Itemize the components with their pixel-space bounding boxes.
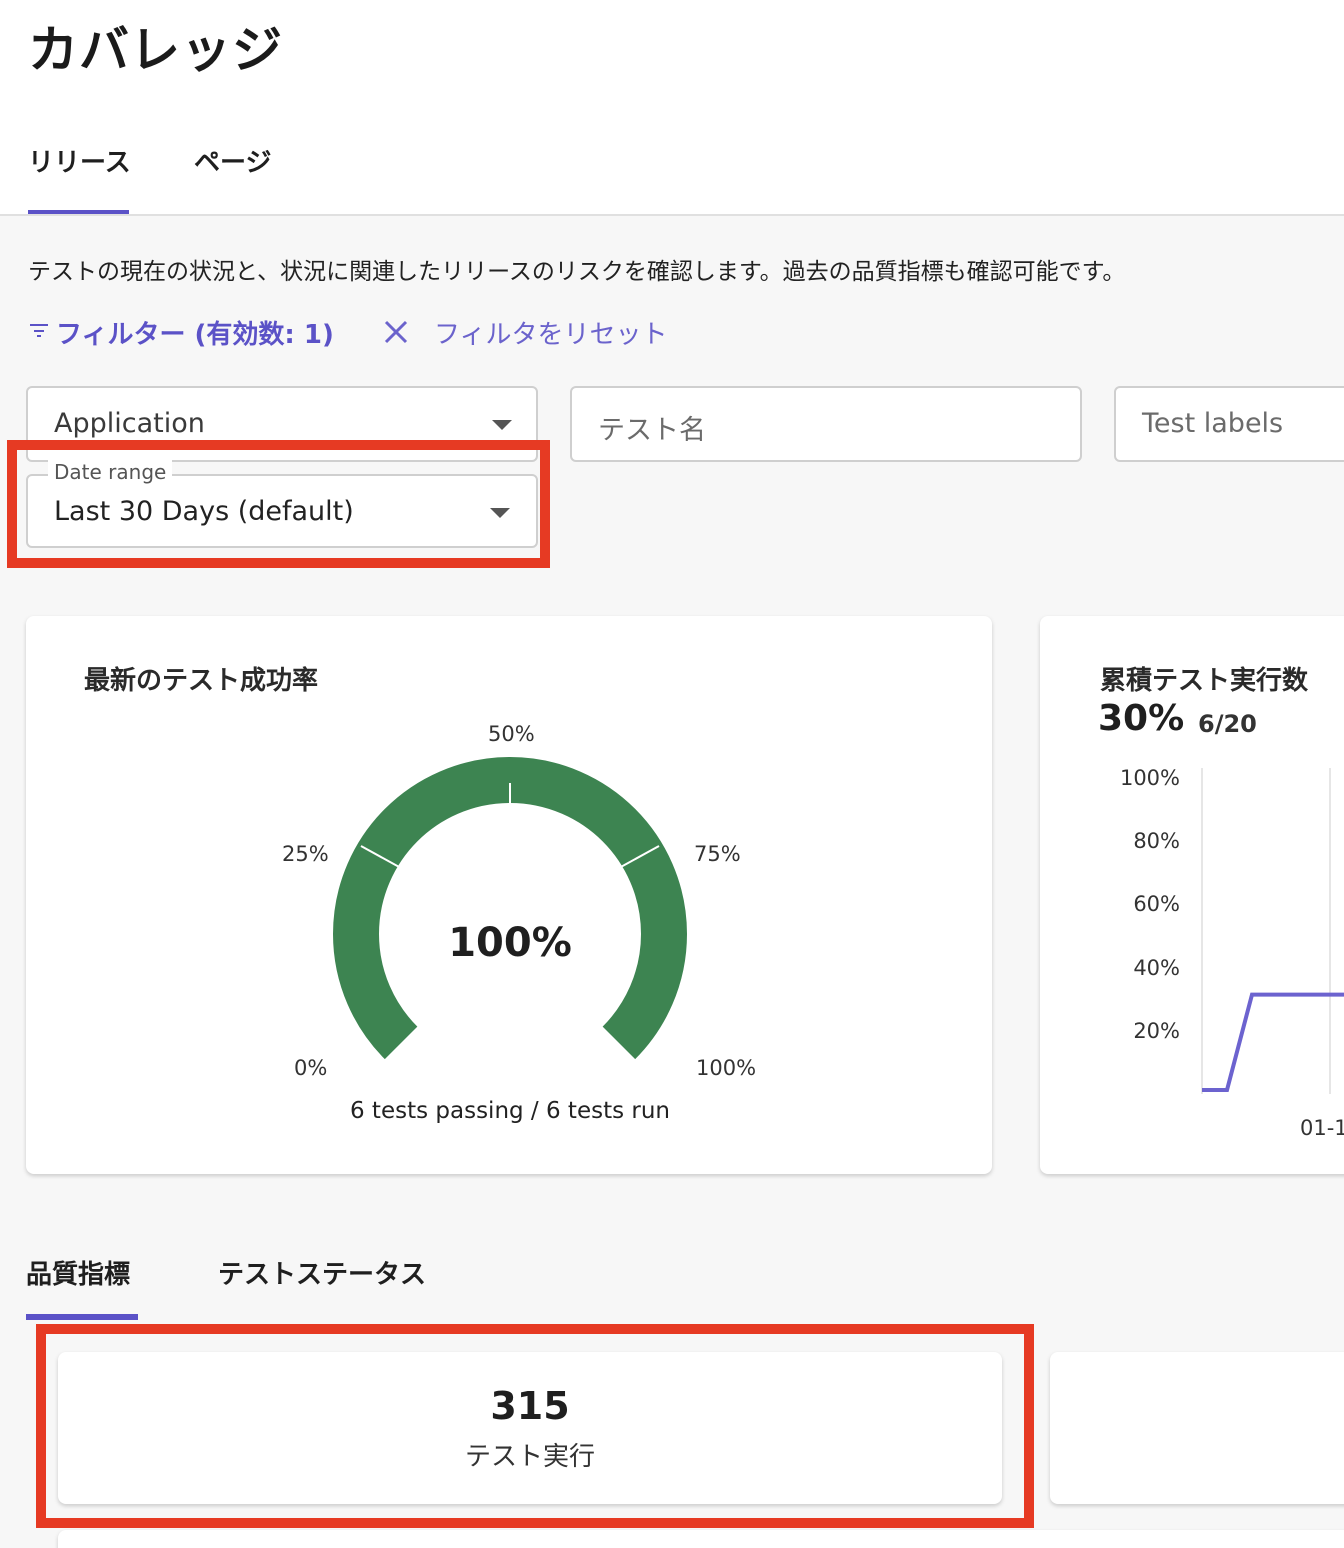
y-tick-40: 40% [1133, 956, 1180, 980]
x-tick-label: 01-1 [1300, 1116, 1344, 1140]
test-labels-input[interactable]: Test labels [1114, 386, 1344, 462]
cumulative-series-line [1202, 992, 1344, 1092]
page-title: カバレッジ [28, 21, 283, 79]
cumulative-line-chart [1200, 766, 1344, 1096]
application-select-value: Application [54, 408, 205, 439]
test-runs-metric-card: 315 テスト実行 [58, 1352, 1002, 1504]
y-tick-20: 20% [1133, 1019, 1180, 1043]
gauge-label-0: 0% [294, 1056, 328, 1080]
secondary-metric-card [1050, 1352, 1344, 1504]
test-name-placeholder: テスト名 [598, 415, 706, 446]
test-labels-placeholder: Test labels [1142, 408, 1284, 439]
close-icon[interactable] [382, 318, 410, 346]
test-name-input[interactable]: テスト名 [570, 386, 1082, 462]
test-runs-label: テスト実行 [464, 1442, 595, 1472]
chevron-down-icon [490, 508, 510, 518]
filter-toggle-link[interactable]: フィルター (有効数: 1) [56, 314, 334, 351]
cumulative-runs-card: 累積テスト実行数 30% 6/20 100% 80% 60% 40% 20% 0… [1040, 616, 1344, 1174]
passing-summary: 6 tests passing / 6 tests run [349, 1098, 671, 1124]
reset-filters-link[interactable]: フィルタをリセット [434, 314, 667, 351]
tab-quality-metrics-underline [26, 1314, 138, 1320]
gauge-label-25: 25% [282, 842, 329, 866]
success-rate-value: 100% [448, 920, 572, 966]
tab-page[interactable]: ページ [194, 142, 271, 179]
gauge-label-50: 50% [488, 722, 535, 746]
chevron-down-icon [492, 420, 512, 430]
cumulative-percent: 30% [1098, 698, 1185, 739]
gauge-label-100: 100% [696, 1056, 757, 1080]
date-range-value: Last 30 Days (default) [54, 496, 354, 527]
date-range-select[interactable]: Last 30 Days (default) [26, 474, 538, 548]
y-tick-100: 100% [1119, 766, 1180, 790]
success-gauge [306, 756, 726, 1076]
tab-test-status[interactable]: テストステータス [218, 1254, 426, 1291]
page-description: テストの現在の状況と、状況に関連したリリースのリスクを確認します。過去の品質指標… [28, 259, 1126, 285]
tabs-divider [0, 214, 1344, 216]
date-range-label: Date range [48, 460, 173, 484]
cumulative-title: 累積テスト実行数 [1100, 666, 1309, 696]
success-rate-card: 最新のテスト成功率 50% 25% 75% 0% 100% 100% 6 tes… [26, 616, 992, 1174]
y-tick-60: 60% [1133, 892, 1180, 916]
success-rate-title: 最新のテスト成功率 [84, 666, 319, 696]
next-card-edge [58, 1530, 1344, 1548]
test-runs-value: 315 [490, 1384, 570, 1428]
gauge-label-75: 75% [694, 842, 741, 866]
y-tick-80: 80% [1133, 829, 1180, 853]
tab-quality-metrics[interactable]: 品質指標 [26, 1254, 130, 1291]
filter-icon[interactable] [28, 320, 52, 340]
tab-release[interactable]: リリース [28, 142, 131, 179]
cumulative-ratio: 6/20 [1198, 710, 1257, 738]
